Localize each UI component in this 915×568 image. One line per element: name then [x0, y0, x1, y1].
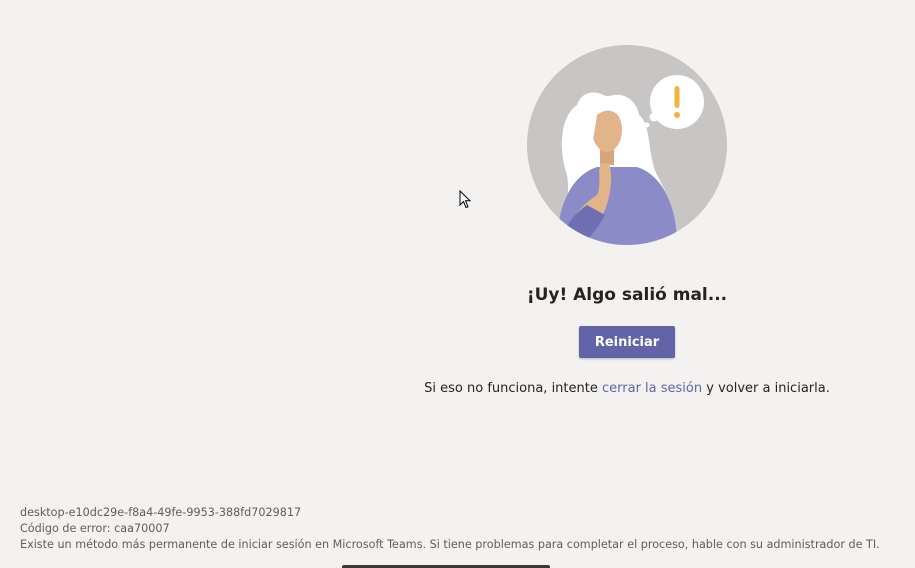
error-code: Código de error: caa70007 — [20, 522, 170, 535]
exclamation-icon — [674, 86, 680, 118]
restart-button[interactable]: Reiniciar — [579, 326, 675, 358]
sign-out-link[interactable]: cerrar la sesión — [602, 381, 702, 396]
error-title: ¡Uy! Algo salió mal... — [526, 285, 728, 305]
hint-text-after: y volver a iniciarla. — [702, 381, 830, 396]
admin-info: Existe un método más permanente de inici… — [20, 538, 880, 551]
mouse-cursor-icon — [459, 190, 472, 209]
session-id: desktop-e10dc29e-f8a4-49fe-9953-388fd702… — [20, 506, 302, 519]
error-page: ¡Uy! Algo salió mal... Reiniciar Si eso … — [0, 0, 915, 568]
confused-woman-illustration — [527, 45, 727, 245]
hint-text: Si eso no funciona, intente cerrar la se… — [377, 380, 877, 397]
hint-text-before: Si eso no funciona, intente — [424, 381, 602, 396]
error-details: desktop-e10dc29e-f8a4-49fe-9953-388fd702… — [20, 505, 880, 553]
